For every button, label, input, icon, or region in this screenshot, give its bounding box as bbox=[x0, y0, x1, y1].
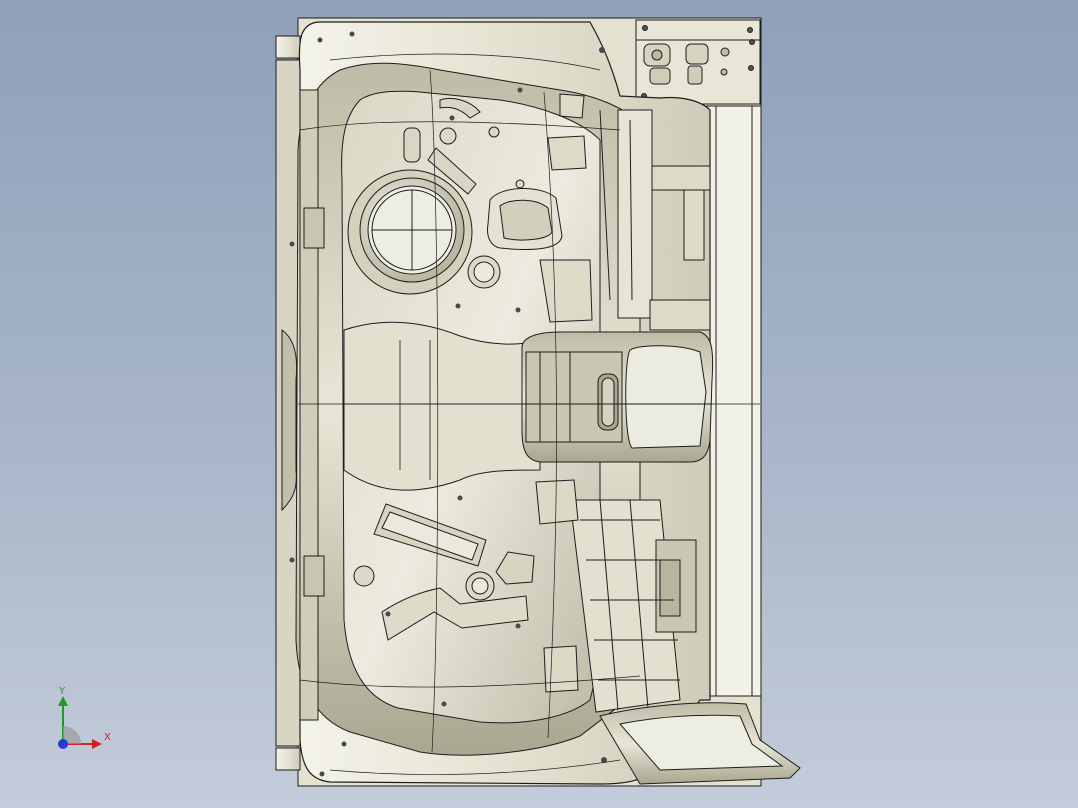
x-axis-label: X bbox=[104, 732, 111, 743]
coordinate-triad: X Y bbox=[48, 684, 128, 754]
center-raised-band bbox=[343, 321, 541, 491]
center-right-housing bbox=[521, 331, 714, 463]
y-axis-label: Y bbox=[59, 686, 66, 697]
top-right-bracket bbox=[635, 19, 761, 105]
round-cutout bbox=[347, 169, 473, 295]
z-axis-icon bbox=[58, 739, 68, 749]
cad-graphics-viewport[interactable]: X Y bbox=[0, 0, 1078, 808]
sheet-metal-part-model[interactable] bbox=[0, 0, 1078, 808]
